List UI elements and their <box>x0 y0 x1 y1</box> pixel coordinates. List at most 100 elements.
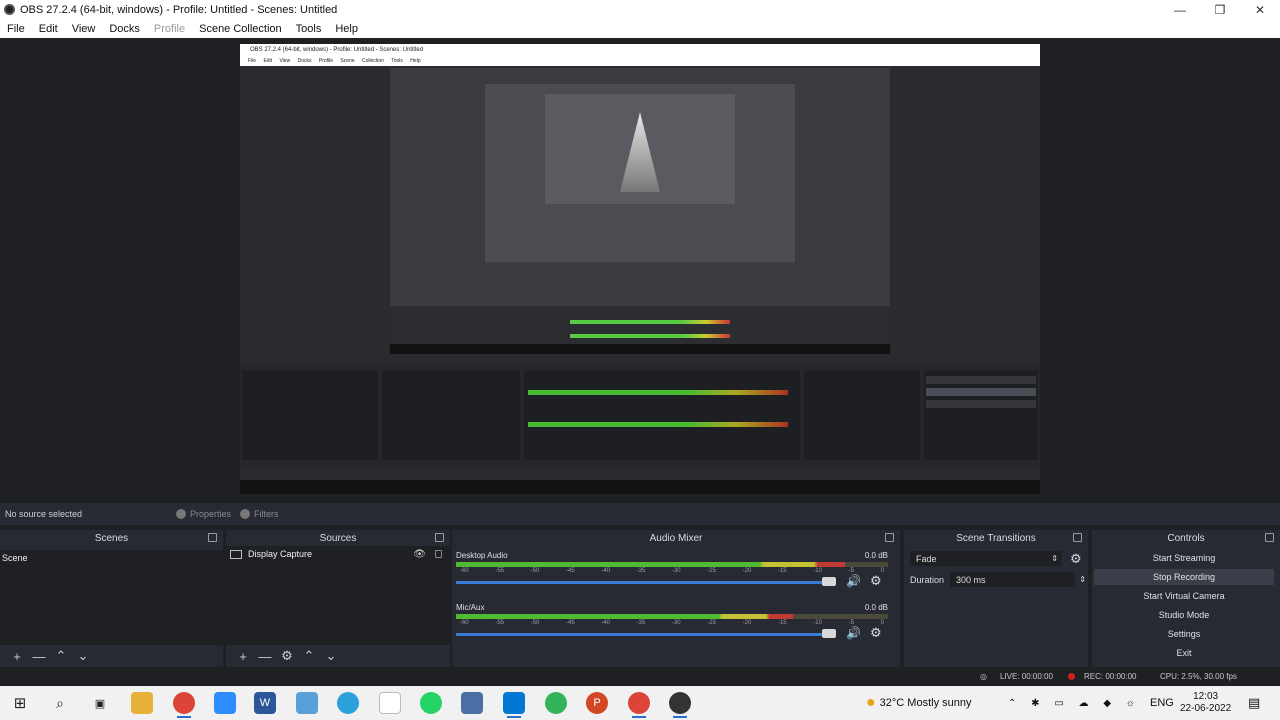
chrome-icon[interactable] <box>173 692 195 718</box>
notepad-icon[interactable] <box>379 692 401 714</box>
vscode-icon[interactable] <box>503 692 525 718</box>
undock-icon[interactable] <box>1073 533 1082 542</box>
menu-view[interactable]: View <box>65 23 103 35</box>
settings-button[interactable]: Settings <box>1094 626 1274 642</box>
nested-docks-row <box>240 364 1040 470</box>
task-view-icon[interactable]: ▣ <box>89 692 111 714</box>
windows-start-icon[interactable]: ⊞ <box>9 692 31 714</box>
transition-gear-icon[interactable]: ⚙ <box>1070 551 1082 567</box>
minimize-button[interactable]: — <box>1160 0 1200 19</box>
channel-db: 0.0 dB <box>864 603 888 612</box>
search-icon[interactable]: ⌕ <box>49 692 71 714</box>
filters-button[interactable]: Filters <box>240 506 279 522</box>
source-item[interactable]: Display Capture 👁 <box>226 546 450 562</box>
volume-slider[interactable] <box>456 581 834 584</box>
source-properties-gear-icon[interactable]: ⚙ <box>276 648 298 664</box>
nested-meter <box>528 390 788 395</box>
volume-slider-handle[interactable] <box>822 577 836 586</box>
windows-taskbar: ⊞ ⌕ ▣ W P ● 32°C Mostly sunny ⌃ ✱ ▭ ☁ ◆ … <box>0 686 1280 720</box>
channel-db: 0.0 dB <box>864 551 888 560</box>
sources-dock: Sources Display Capture 👁 + — ⚙ ⌃ ⌄ <box>226 530 450 667</box>
nested-control-button <box>926 388 1036 396</box>
properties-button[interactable]: Properties <box>176 506 231 522</box>
channel-name: Mic/Aux <box>456 603 485 612</box>
mixer-title: Audio Mixer <box>649 532 703 544</box>
duration-stepper-icon[interactable]: ⇕ <box>1079 575 1086 584</box>
visibility-eye-icon[interactable]: 👁 <box>413 549 426 560</box>
stop-recording-button[interactable]: Stop Recording <box>1094 569 1274 585</box>
move-scene-up-button[interactable]: ⌃ <box>50 648 72 664</box>
lock-icon[interactable] <box>435 550 442 558</box>
move-source-down-button[interactable]: ⌄ <box>320 648 342 664</box>
preview-area[interactable]: OBS 27.2.4 (64-bit, windows) - Profile: … <box>0 38 1280 498</box>
volume-slider[interactable] <box>456 633 834 636</box>
obs-taskbar-icon[interactable] <box>669 692 691 718</box>
system-tray-icons[interactable]: ⌃ ✱ ▭ ☁ ◆ ☼ <box>1008 686 1141 720</box>
menu-help[interactable]: Help <box>328 23 365 35</box>
undock-icon[interactable] <box>885 533 894 542</box>
3d-viewer-icon[interactable] <box>461 692 483 714</box>
undock-icon[interactable] <box>208 533 217 542</box>
transitions-title: Scene Transitions <box>956 532 1036 544</box>
gear-icon[interactable]: ⚙ <box>870 573 882 589</box>
clock[interactable]: 12:03 22-06-2022 <box>1180 686 1231 720</box>
gear-icon[interactable]: ⚙ <box>870 625 882 641</box>
menu-docks[interactable]: Docks <box>102 23 147 35</box>
add-scene-button[interactable]: + <box>6 649 28 664</box>
menu-file[interactable]: File <box>0 23 32 35</box>
weather-widget[interactable]: ● 32°C Mostly sunny <box>866 686 972 720</box>
telegram-icon[interactable] <box>337 692 359 714</box>
volume-meter <box>456 562 888 567</box>
studio-mode-button[interactable]: Studio Mode <box>1094 607 1274 623</box>
controls-dock: Controls Start Streaming Stop Recording … <box>1092 530 1280 667</box>
move-source-up-button[interactable]: ⌃ <box>298 648 320 664</box>
scenes-list[interactable]: Scene <box>0 550 223 645</box>
undock-icon[interactable] <box>435 533 444 542</box>
nested-scenes-dock <box>242 370 378 460</box>
close-button[interactable]: ✕ <box>1240 0 1280 19</box>
speaker-icon[interactable]: 🔊 <box>846 574 861 588</box>
menu-scene-collection[interactable]: Scene Collection <box>192 23 289 35</box>
live-time: LIVE: 00:00:00 <box>1000 672 1053 681</box>
menu-profile[interactable]: Profile <box>147 23 192 35</box>
menu-edit[interactable]: Edit <box>32 23 65 35</box>
app-icon[interactable] <box>296 692 318 714</box>
file-explorer-icon[interactable] <box>131 692 153 714</box>
word-icon[interactable]: W <box>254 692 276 714</box>
whatsapp-icon[interactable] <box>420 692 442 714</box>
undock-icon[interactable] <box>1265 533 1274 542</box>
meter-tick-label: -45 <box>565 620 575 626</box>
maximize-button[interactable]: ❐ <box>1200 0 1240 19</box>
rec-dot-icon <box>1068 673 1075 680</box>
powerpoint-icon[interactable]: P <box>586 692 608 714</box>
remove-source-button[interactable]: — <box>254 649 276 664</box>
meter-scale: -60 -55 -50 -45 -40 -35 -30 -25 -20 -15 -10 -5 0 <box>456 568 888 574</box>
menu-tools[interactable]: Tools <box>289 23 329 35</box>
volume-meter-fill <box>456 614 793 619</box>
source-toolbar: No source selected Properties Filters <box>0 503 1280 525</box>
duration-input[interactable]: 300 ms <box>950 572 1076 587</box>
nested-taskbar <box>240 480 1040 494</box>
obs-logo-icon <box>4 4 15 15</box>
app-green-icon[interactable] <box>545 692 567 714</box>
zoom-icon[interactable] <box>214 692 236 714</box>
language-indicator[interactable]: ENG <box>1150 686 1174 720</box>
move-scene-down-button[interactable]: ⌄ <box>72 648 94 664</box>
meter-tick-label: -60 <box>460 568 469 574</box>
remove-scene-button[interactable]: — <box>28 649 50 664</box>
notification-icon[interactable]: ▤ <box>1248 686 1260 720</box>
meter-tick-label: -15 <box>777 568 787 574</box>
preview-canvas[interactable]: OBS 27.2.4 (64-bit, windows) - Profile: … <box>240 44 1040 494</box>
transition-select[interactable]: Fade ⇕ <box>910 551 1062 566</box>
exit-button[interactable]: Exit <box>1094 645 1274 661</box>
sources-title: Sources <box>319 532 357 544</box>
filter-icon <box>240 509 250 519</box>
start-streaming-button[interactable]: Start Streaming <box>1094 550 1274 566</box>
sources-list[interactable]: Display Capture 👁 <box>226 546 450 645</box>
start-virtual-camera-button[interactable]: Start Virtual Camera <box>1094 588 1274 604</box>
speaker-icon[interactable]: 🔊 <box>846 626 861 640</box>
volume-slider-handle[interactable] <box>822 629 836 638</box>
add-source-button[interactable]: + <box>232 649 254 664</box>
scene-item[interactable]: Scene <box>0 550 223 566</box>
chrome-profile-icon[interactable] <box>628 692 650 718</box>
